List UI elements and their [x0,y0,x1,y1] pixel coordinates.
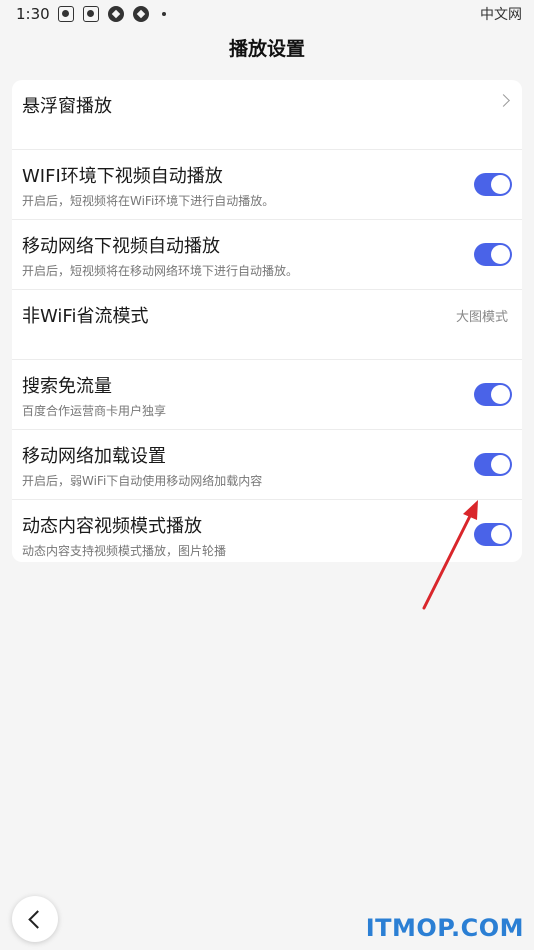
setting-subtitle: 开启后，短视频将在移动网络环境下进行自动播放。 [22,264,299,278]
status-bar: 1:30 中文网 [0,0,534,28]
setting-title: 搜索免流量 [22,376,112,397]
setting-subtitle: 开启后，弱WiFi下自动使用移动网络加载内容 [22,474,263,488]
back-button[interactable] [12,896,58,942]
mobile-autoplay-toggle[interactable] [474,243,512,266]
status-time: 1:30 [16,5,50,23]
setting-row-mobile-autoplay: 移动网络下视频自动播放 开启后，短视频将在移动网络环境下进行自动播放。 [12,220,522,290]
settings-screen: 1:30 中文网 播放设置 悬浮窗播放 WIFI环境下视频自动播放 开启后，短视… [0,0,534,950]
page-title: 播放设置 [228,38,305,60]
setting-title: 非WiFi省流模式 [22,306,149,327]
setting-subtitle: 百度合作运营商卡用户独享 [22,404,167,418]
chevron-right-icon [497,94,510,107]
settings-card: 悬浮窗播放 WIFI环境下视频自动播放 开启后，短视频将在WiFi环境下进行自动… [12,80,522,562]
notification-dot-icon [162,12,166,16]
setting-row-wifi-autoplay: WIFI环境下视频自动播放 开启后，短视频将在WiFi环境下进行自动播放。 [12,150,522,220]
setting-row-mobile-loading: 移动网络加载设置 开启后，弱WiFi下自动使用移动网络加载内容 [12,430,522,500]
toggle-knob [491,245,510,264]
setting-title: 移动网络加载设置 [22,446,166,467]
wifi-autoplay-toggle[interactable] [474,173,512,196]
app-icon [83,6,99,22]
app-icon [58,6,74,22]
setting-row-floating-window[interactable]: 悬浮窗播放 [12,80,522,150]
setting-subtitle: 开启后，短视频将在WiFi环境下进行自动播放。 [22,194,275,208]
toggle-knob [491,455,510,474]
setting-title: 悬浮窗播放 [22,96,112,117]
setting-subtitle: 动态内容支持视频模式播放，图片轮播 [22,544,227,558]
setting-title: WIFI环境下视频自动播放 [22,166,223,187]
setting-title: 移动网络下视频自动播放 [22,236,220,257]
setting-title: 动态内容视频模式播放 [22,516,202,537]
setting-value: 大图模式 [455,310,508,325]
toggle-knob [491,385,510,404]
dynamic-video-mode-toggle[interactable] [474,523,512,546]
toggle-knob [491,175,510,194]
search-free-data-toggle[interactable] [474,383,512,406]
toggle-knob [491,525,510,544]
setting-row-data-saver[interactable]: 非WiFi省流模式 大图模式 [12,290,522,360]
mobile-loading-toggle[interactable] [474,453,512,476]
sync-icon [108,6,124,22]
setting-row-search-free-data: 搜索免流量 百度合作运营商卡用户独享 [12,360,522,430]
status-right-label: 中文网 [480,7,522,23]
watermark: ITMOP.COM [365,914,524,942]
sync-icon [133,6,149,22]
setting-row-dynamic-video-mode: 动态内容视频模式播放 动态内容支持视频模式播放，图片轮播 [12,500,522,562]
